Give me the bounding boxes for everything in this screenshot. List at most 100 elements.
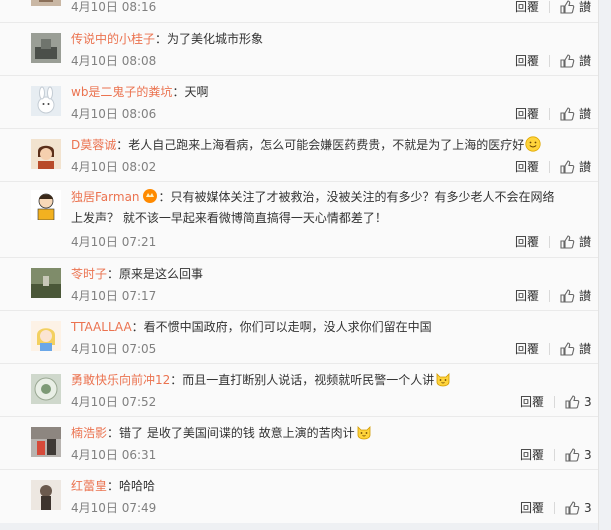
username-link[interactable]: 楠浩影 (71, 426, 107, 440)
comment-text: ：错了 是收了美国间谍的钱 故意上演的苦肉计 (107, 426, 355, 440)
thumbs-up-icon (560, 160, 575, 174)
like-button[interactable]: 讃 (559, 341, 591, 357)
thumbs-up-icon (560, 54, 575, 68)
comment-text: ：而且一直打断别人说话，视频就听民警一个人讲 (170, 373, 435, 387)
divider (549, 290, 550, 302)
avatar[interactable] (31, 374, 61, 404)
cat-emoji-icon (357, 426, 371, 440)
thumbs-up-icon (565, 448, 580, 462)
comment-date: 4月10日 07:17 (71, 289, 157, 303)
thumbs-up-icon (565, 395, 580, 409)
like-label: 讃 (579, 342, 592, 356)
avatar[interactable] (31, 139, 61, 169)
reply-button[interactable]: 回覆 (520, 447, 544, 463)
like-button[interactable]: 讃 (559, 53, 591, 69)
reply-button[interactable]: 回覆 (520, 500, 544, 516)
comment-date: 4月10日 07:21 (71, 235, 157, 249)
divider (554, 502, 555, 514)
like-button[interactable]: 讃 (559, 159, 591, 175)
comment-item: 苓时子：原来是这么回事 4月10日 07:17 回覆 讃 (0, 258, 598, 311)
comment-item: 4月10日 08:16 回覆 讃 (0, 0, 598, 23)
reply-button[interactable]: 回覆 (515, 234, 539, 250)
like-count: 3 (584, 501, 592, 515)
like-button[interactable]: 3 (564, 447, 592, 463)
divider (549, 161, 550, 173)
comment-item: TTAALLAA：看不惯中国政府，你们可以走啊，没人求你们留在中国 4月10日 … (0, 311, 598, 364)
avatar[interactable] (31, 268, 61, 298)
username-link[interactable]: D莫蓉诚 (71, 138, 116, 152)
comment-date: 4月10日 08:02 (71, 160, 157, 174)
comment-text: ：哈哈哈 (107, 479, 156, 493)
comment-date: 4月10日 06:31 (71, 448, 157, 462)
comment-text: ：为了美化城市形象 (155, 32, 264, 46)
username-link[interactable]: wb是二鬼子的粪坑 (71, 85, 172, 99)
like-label: 讃 (579, 235, 592, 249)
like-count: 3 (584, 395, 592, 409)
thumbs-up-icon (560, 342, 575, 356)
avatar[interactable] (31, 427, 61, 457)
comment-item: 红蕾皇：哈哈哈 4月10日 07:49 回覆 3 (0, 470, 598, 523)
like-label: 讃 (579, 54, 592, 68)
divider (549, 108, 550, 120)
divider (549, 236, 550, 248)
divider (549, 1, 550, 13)
like-button[interactable]: 3 (564, 394, 592, 410)
thumbs-up-icon (560, 107, 575, 121)
divider (554, 396, 555, 408)
comment-text: ：老人自己跑来上海看病，怎么可能会嫌医药费贵，不就是为了上海的医疗好 (116, 138, 525, 152)
comment-text: ：天啊 (172, 85, 209, 99)
like-button[interactable]: 讃 (559, 288, 591, 304)
reply-button[interactable]: 回覆 (515, 288, 539, 304)
cat-emoji-icon (436, 373, 450, 387)
username-link[interactable]: 独居Farman (71, 190, 140, 204)
like-button[interactable]: 讃 (559, 106, 591, 122)
like-label: 讃 (579, 0, 592, 14)
thumbs-up-icon (560, 289, 575, 303)
like-button[interactable]: 讃 (559, 0, 591, 15)
reply-button[interactable]: 回覆 (520, 394, 544, 410)
avatar[interactable] (31, 0, 61, 6)
comment-item: 独居Farman ：只有被媒体关注了才被救治，没被关注的有多少？有多少老人不会在网… (0, 182, 598, 258)
comment-date: 4月10日 07:52 (71, 395, 157, 409)
divider (554, 449, 555, 461)
divider (549, 55, 550, 67)
comment-item: 传说中的小桂子：为了美化城市形象 4月10日 08:08 回覆 讃 (0, 23, 598, 76)
thumbs-up-icon (560, 0, 575, 14)
like-label: 讃 (579, 107, 592, 121)
comment-date: 4月10日 08:16 (71, 0, 157, 14)
comment-item: D莫蓉诚：老人自己跑来上海看病，怎么可能会嫌医药费贵，不就是为了上海的医疗好 4… (0, 129, 598, 182)
comment-text: ：原来是这么回事 (107, 267, 204, 281)
like-button[interactable]: 讃 (559, 234, 591, 250)
avatar[interactable] (31, 33, 61, 63)
thumbs-up-icon (565, 501, 580, 515)
reply-button[interactable]: 回覆 (515, 106, 539, 122)
comment-list: 4月10日 08:16 回覆 讃 传说中的小桂子：为了美化城市形象 4月10日 … (0, 0, 611, 530)
reply-button[interactable]: 回覆 (515, 53, 539, 69)
comment-date: 4月10日 07:49 (71, 501, 157, 515)
reply-button[interactable]: 回覆 (515, 159, 539, 175)
reply-button[interactable]: 回覆 (515, 341, 539, 357)
avatar[interactable] (31, 321, 61, 351)
comment-item: 勇敢快乐向前冲12：而且一直打断别人说话，视频就听民警一个人讲 4月10日 07… (0, 364, 598, 417)
avatar[interactable] (31, 480, 61, 510)
like-count: 3 (584, 448, 592, 462)
username-link[interactable]: TTAALLAA (71, 320, 132, 334)
username-link[interactable]: 红蕾皇 (71, 479, 107, 493)
scrollbar-track[interactable] (598, 0, 611, 530)
smile-emoji-icon (525, 136, 541, 152)
username-link[interactable]: 苓时子 (71, 267, 107, 281)
avatar[interactable] (31, 86, 61, 116)
reply-button[interactable]: 回覆 (515, 0, 539, 15)
comment-text: ：看不惯中国政府，你们可以走啊，没人求你们留在中国 (131, 320, 432, 334)
like-label: 讃 (579, 160, 592, 174)
comment-date: 4月10日 07:05 (71, 342, 157, 356)
avatar[interactable] (31, 190, 61, 220)
comment-date: 4月10日 08:08 (71, 54, 157, 68)
divider (549, 343, 550, 355)
comment-item: wb是二鬼子的粪坑：天啊 4月10日 08:06 回覆 讃 (0, 76, 598, 129)
list-footer-divider (0, 523, 598, 530)
like-label: 讃 (579, 289, 592, 303)
username-link[interactable]: 勇敢快乐向前冲12 (71, 373, 170, 387)
username-link[interactable]: 传说中的小桂子 (71, 32, 155, 46)
like-button[interactable]: 3 (564, 500, 592, 516)
